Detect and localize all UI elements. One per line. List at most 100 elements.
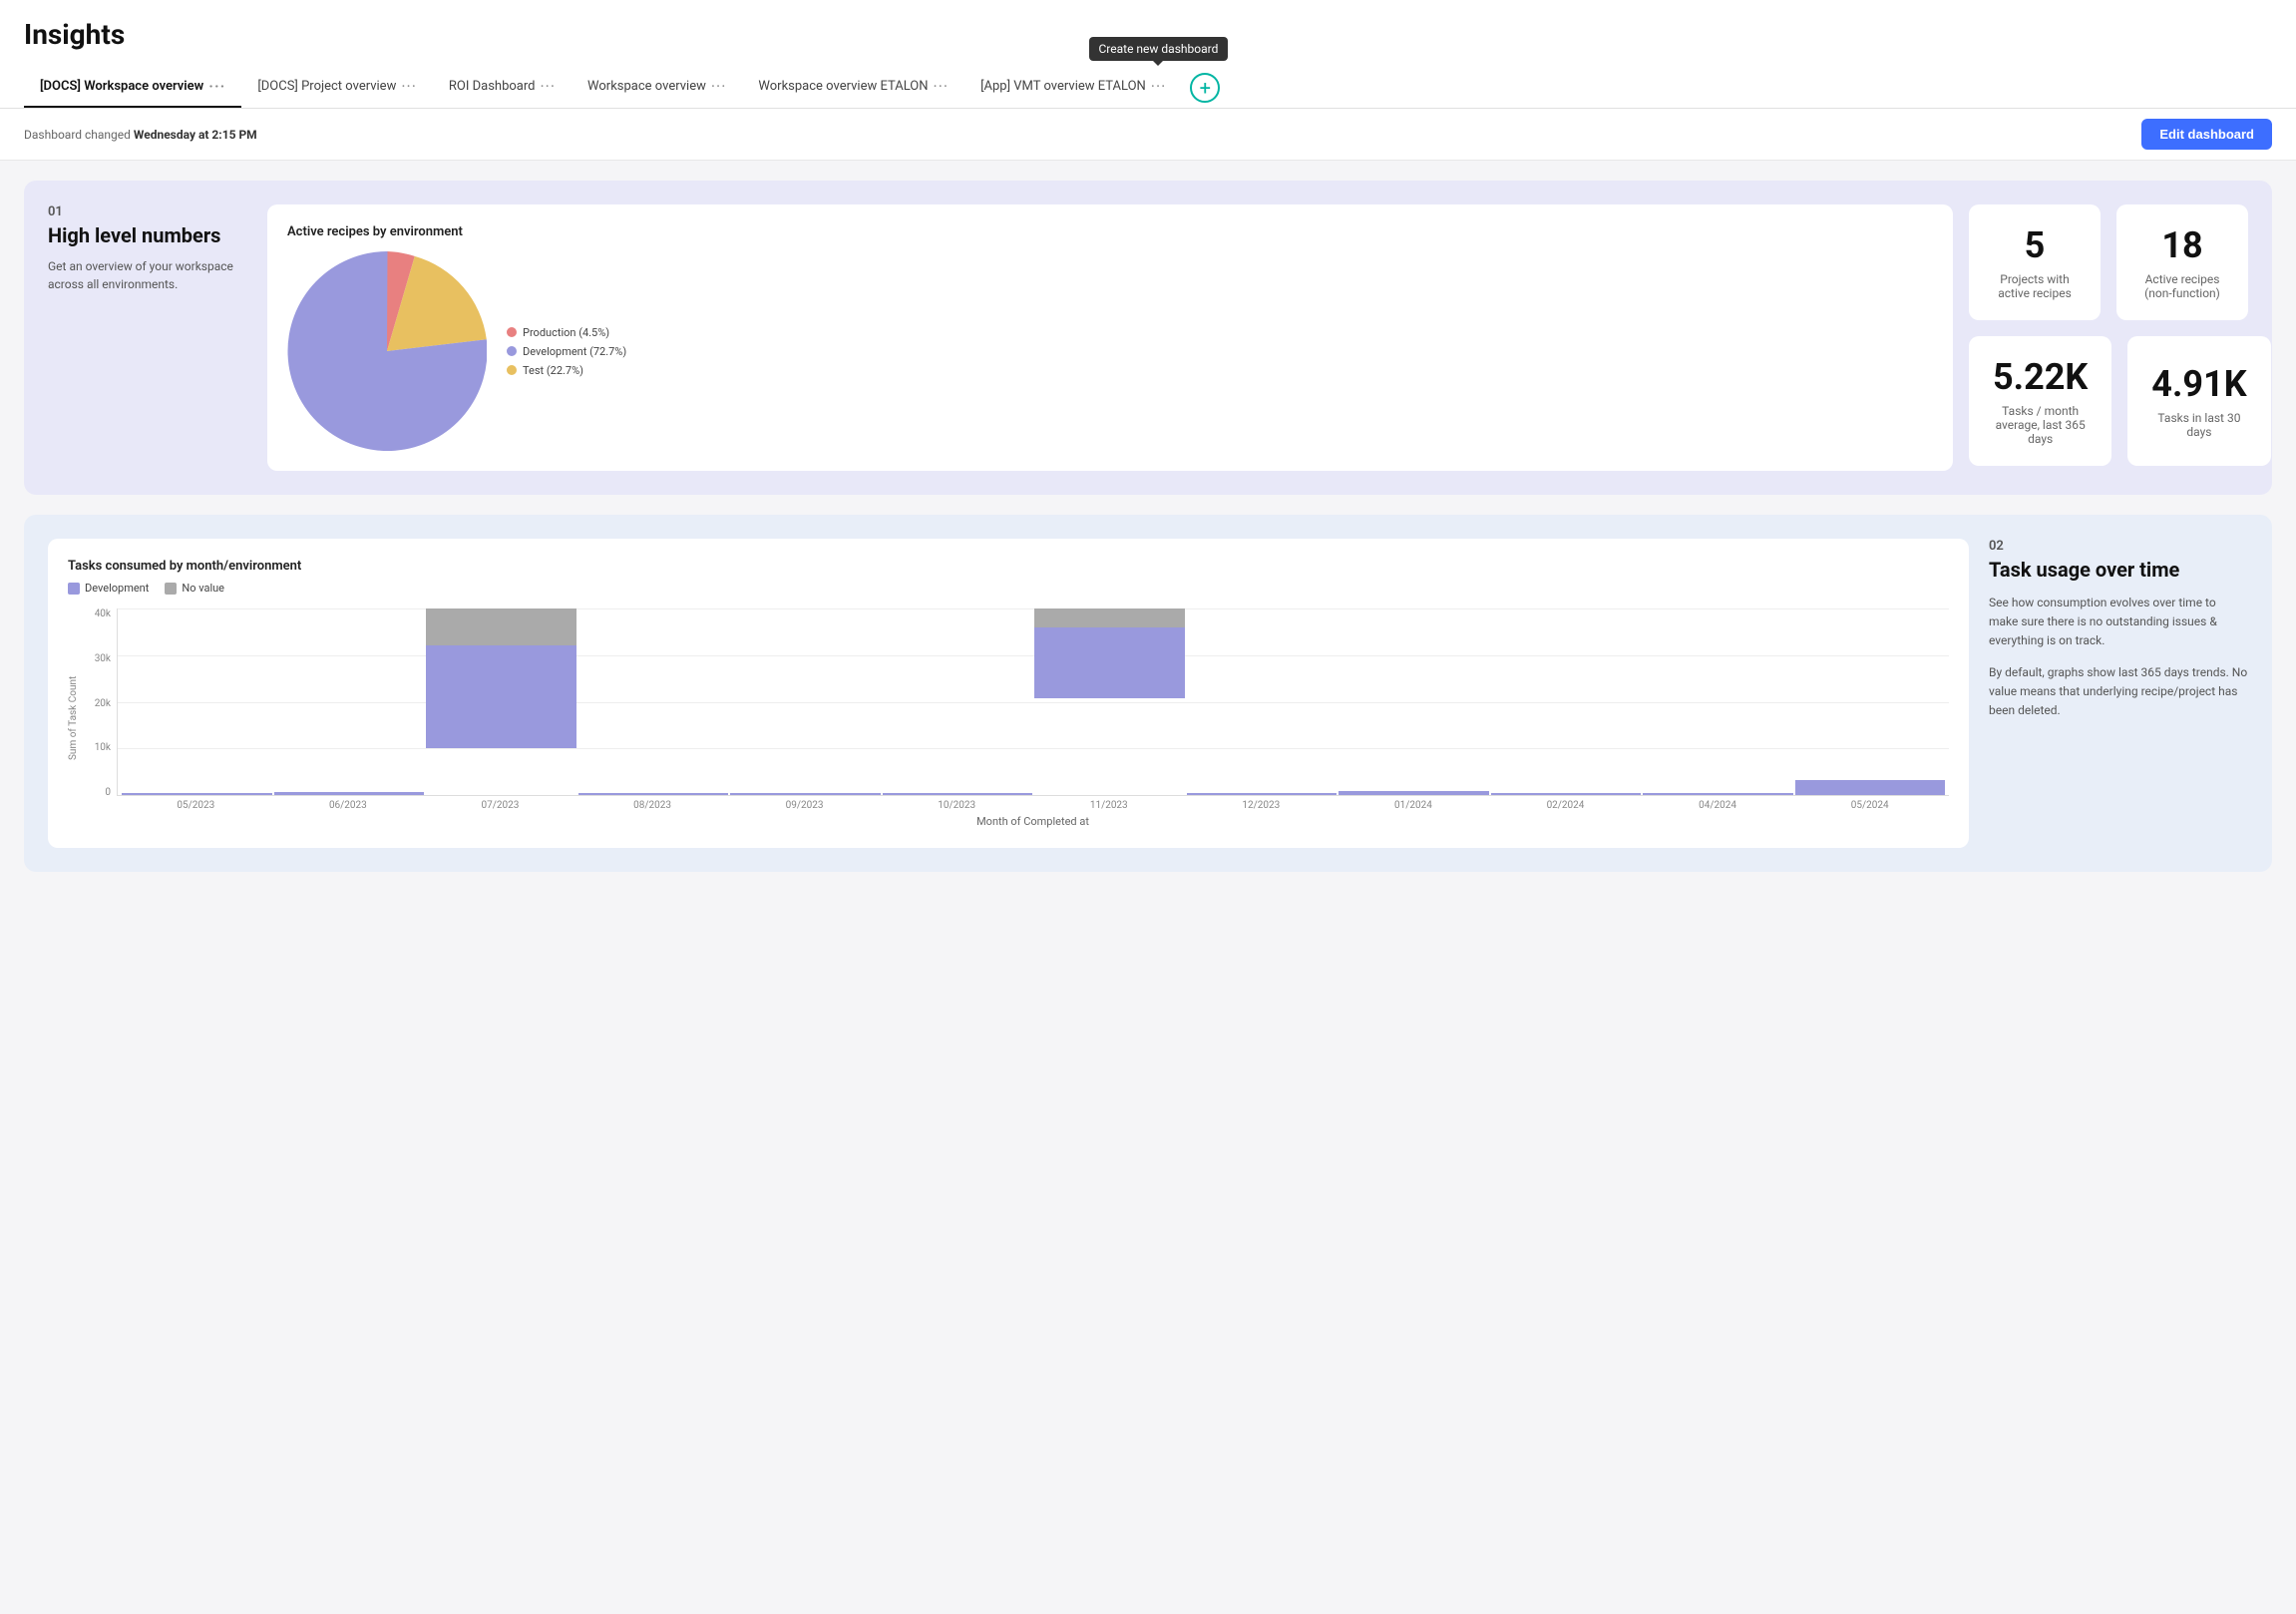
bar-legend-dev: Development	[68, 582, 149, 595]
dashboard-changed-text: Dashboard changed Wednesday at 2:15 PM	[24, 128, 257, 142]
plus-icon: +	[1200, 76, 1211, 100]
tab-roi[interactable]: ROI Dashboard ···	[433, 67, 572, 108]
x-label-07-2023: 07/2023	[425, 796, 575, 811]
x-label-11-2023: 11/2023	[1033, 796, 1184, 811]
bar-legend-label-dev: Development	[85, 582, 149, 595]
tab-label: [DOCS] Project overview	[257, 79, 396, 94]
bar-group-05-2023	[122, 608, 272, 795]
section2-desc1: See how consumption evolves over time to…	[1989, 594, 2248, 651]
legend-label-test: Test (22.7%)	[523, 364, 583, 377]
stat-card-projects: 5 Projects with active recipes	[1969, 204, 2101, 320]
stats-grid: 5 Projects with active recipes 18 Active…	[1969, 204, 2248, 471]
stat-card-tasks-avg: 5.22K Tasks / month average, last 365 da…	[1969, 336, 2111, 466]
legend-color-production	[507, 327, 517, 337]
tab-label: [DOCS] Workspace overview	[40, 79, 203, 94]
add-tab-button[interactable]: + Create new dashboard	[1190, 73, 1220, 103]
stat-label-tasks-avg: Tasks / month average, last 365 days	[1993, 404, 2088, 446]
bar-group-06-2023	[274, 608, 425, 795]
x-label-09-2023: 09/2023	[729, 796, 880, 811]
stat-card-active-recipes: 18 Active recipes (non-function)	[2116, 204, 2248, 320]
chart-wrapper: Sum of Task Count 40k 30k 20k 10k 0	[68, 608, 1949, 828]
bar-dev-07-2023	[426, 645, 576, 748]
tab-dots[interactable]: ···	[1151, 77, 1167, 96]
tab-dots[interactable]: ···	[208, 77, 225, 96]
bar-legend-color-dev	[68, 583, 80, 595]
stat-label-tasks-30: Tasks in last 30 days	[2151, 411, 2246, 439]
tab-label: ROI Dashboard	[449, 79, 536, 94]
bar-legend-label-noval: No value	[182, 582, 224, 595]
section1-number: 01	[48, 204, 247, 219]
tab-docs-workspace[interactable]: [DOCS] Workspace overview ···	[24, 67, 241, 108]
legend-item-production: Production (4.5%)	[507, 326, 626, 339]
bar-dev-05-2024	[1795, 780, 1946, 795]
stat-label-active-recipes: Active recipes (non-function)	[2140, 272, 2224, 300]
tab-label: Workspace overview ETALON	[758, 79, 928, 94]
bar-group-07-2023	[426, 608, 576, 795]
bar-dev-01-2024	[1339, 791, 1489, 795]
chart-inner: 05/2023 06/2023 07/2023 08/2023 09/2023 …	[117, 608, 1949, 828]
bar-chart-card: Tasks consumed by month/environment Deve…	[48, 539, 1969, 848]
x-label-02-2024: 02/2024	[1490, 796, 1641, 811]
legend-item-development: Development (72.7%)	[507, 345, 626, 358]
section2-number: 02	[1989, 539, 2248, 554]
stat-value-active-recipes: 18	[2161, 224, 2202, 266]
y-label-10k: 10k	[82, 742, 117, 753]
tab-dots[interactable]: ···	[934, 77, 950, 96]
x-labels: 05/2023 06/2023 07/2023 08/2023 09/2023 …	[117, 796, 1949, 811]
bar-group-01-2024	[1339, 608, 1489, 795]
tab-docs-project[interactable]: [DOCS] Project overview ···	[241, 67, 433, 108]
y-label-40k: 40k	[82, 608, 117, 619]
pie-chart-svg	[287, 251, 487, 451]
bar-dev-10-2023	[883, 793, 1033, 795]
bar-group-11-2023	[1034, 608, 1185, 795]
pie-container: Production (4.5%) Development (72.7%) Te…	[287, 251, 1933, 451]
bar-legend-noval: No value	[165, 582, 224, 595]
bar-noval-07-2023	[426, 608, 576, 645]
section2-title: Task usage over time	[1989, 558, 2248, 582]
tab-dots[interactable]: ···	[711, 77, 727, 96]
section2-card: Tasks consumed by month/environment Deve…	[24, 515, 2272, 872]
bar-group-12-2023	[1187, 608, 1338, 795]
x-label-10-2023: 10/2023	[882, 796, 1032, 811]
chart-plot	[117, 608, 1949, 796]
charts-area: Active recipes by environment	[267, 204, 2248, 471]
bar-group-08-2023	[578, 608, 729, 795]
pie-chart-card: Active recipes by environment	[267, 204, 1953, 471]
y-label-30k: 30k	[82, 653, 117, 664]
bar-dev-12-2023	[1187, 793, 1338, 795]
edit-dashboard-button[interactable]: Edit dashboard	[2141, 119, 2272, 150]
top-bar: Insights [DOCS] Workspace overview ··· […	[0, 0, 2296, 109]
tab-vmt[interactable]: [App] VMT overview ETALON ···	[964, 67, 1182, 108]
bar-group-09-2023	[730, 608, 881, 795]
legend-item-test: Test (22.7%)	[507, 364, 626, 377]
tab-dots[interactable]: ···	[401, 77, 417, 96]
bar-dev-02-2024	[1491, 793, 1642, 795]
app-title: Insights	[24, 18, 2272, 51]
section1-title: High level numbers	[48, 223, 247, 247]
section2-info: 02 Task usage over time See how consumpt…	[1989, 539, 2248, 848]
section2-desc2: By default, graphs show last 365 days tr…	[1989, 663, 2248, 721]
bar-dev-06-2023	[274, 792, 425, 795]
tab-workspace-etalon[interactable]: Workspace overview ETALON ···	[742, 67, 964, 108]
y-axis-title: Sum of Task Count	[68, 608, 82, 828]
bar-group-04-2024	[1643, 608, 1793, 795]
bar-dev-04-2024	[1643, 793, 1793, 795]
stats-row-2: 5.22K Tasks / month average, last 365 da…	[1969, 336, 2248, 466]
tab-dots[interactable]: ···	[541, 77, 557, 96]
bar-noval-11-2023	[1034, 608, 1185, 627]
x-label-08-2023: 08/2023	[577, 796, 728, 811]
stat-label-projects: Projects with active recipes	[1993, 272, 2077, 300]
bars-container	[118, 608, 1949, 795]
bar-group-05-2024	[1795, 608, 1946, 795]
tab-label: [App] VMT overview ETALON	[980, 79, 1146, 94]
stat-value-tasks-avg: 5.22K	[1993, 356, 2088, 398]
section1-info: 01 High level numbers Get an overview of…	[48, 204, 247, 471]
bar-group-10-2023	[883, 608, 1033, 795]
tab-workspace[interactable]: Workspace overview ···	[572, 67, 742, 108]
legend-color-development	[507, 346, 517, 356]
x-label-05-2024: 05/2024	[1794, 796, 1945, 811]
stat-value-tasks-30: 4.91K	[2151, 363, 2246, 405]
bar-dev-05-2023	[122, 793, 272, 795]
y-label-0: 0	[82, 787, 117, 798]
tab-label: Workspace overview	[587, 79, 706, 94]
